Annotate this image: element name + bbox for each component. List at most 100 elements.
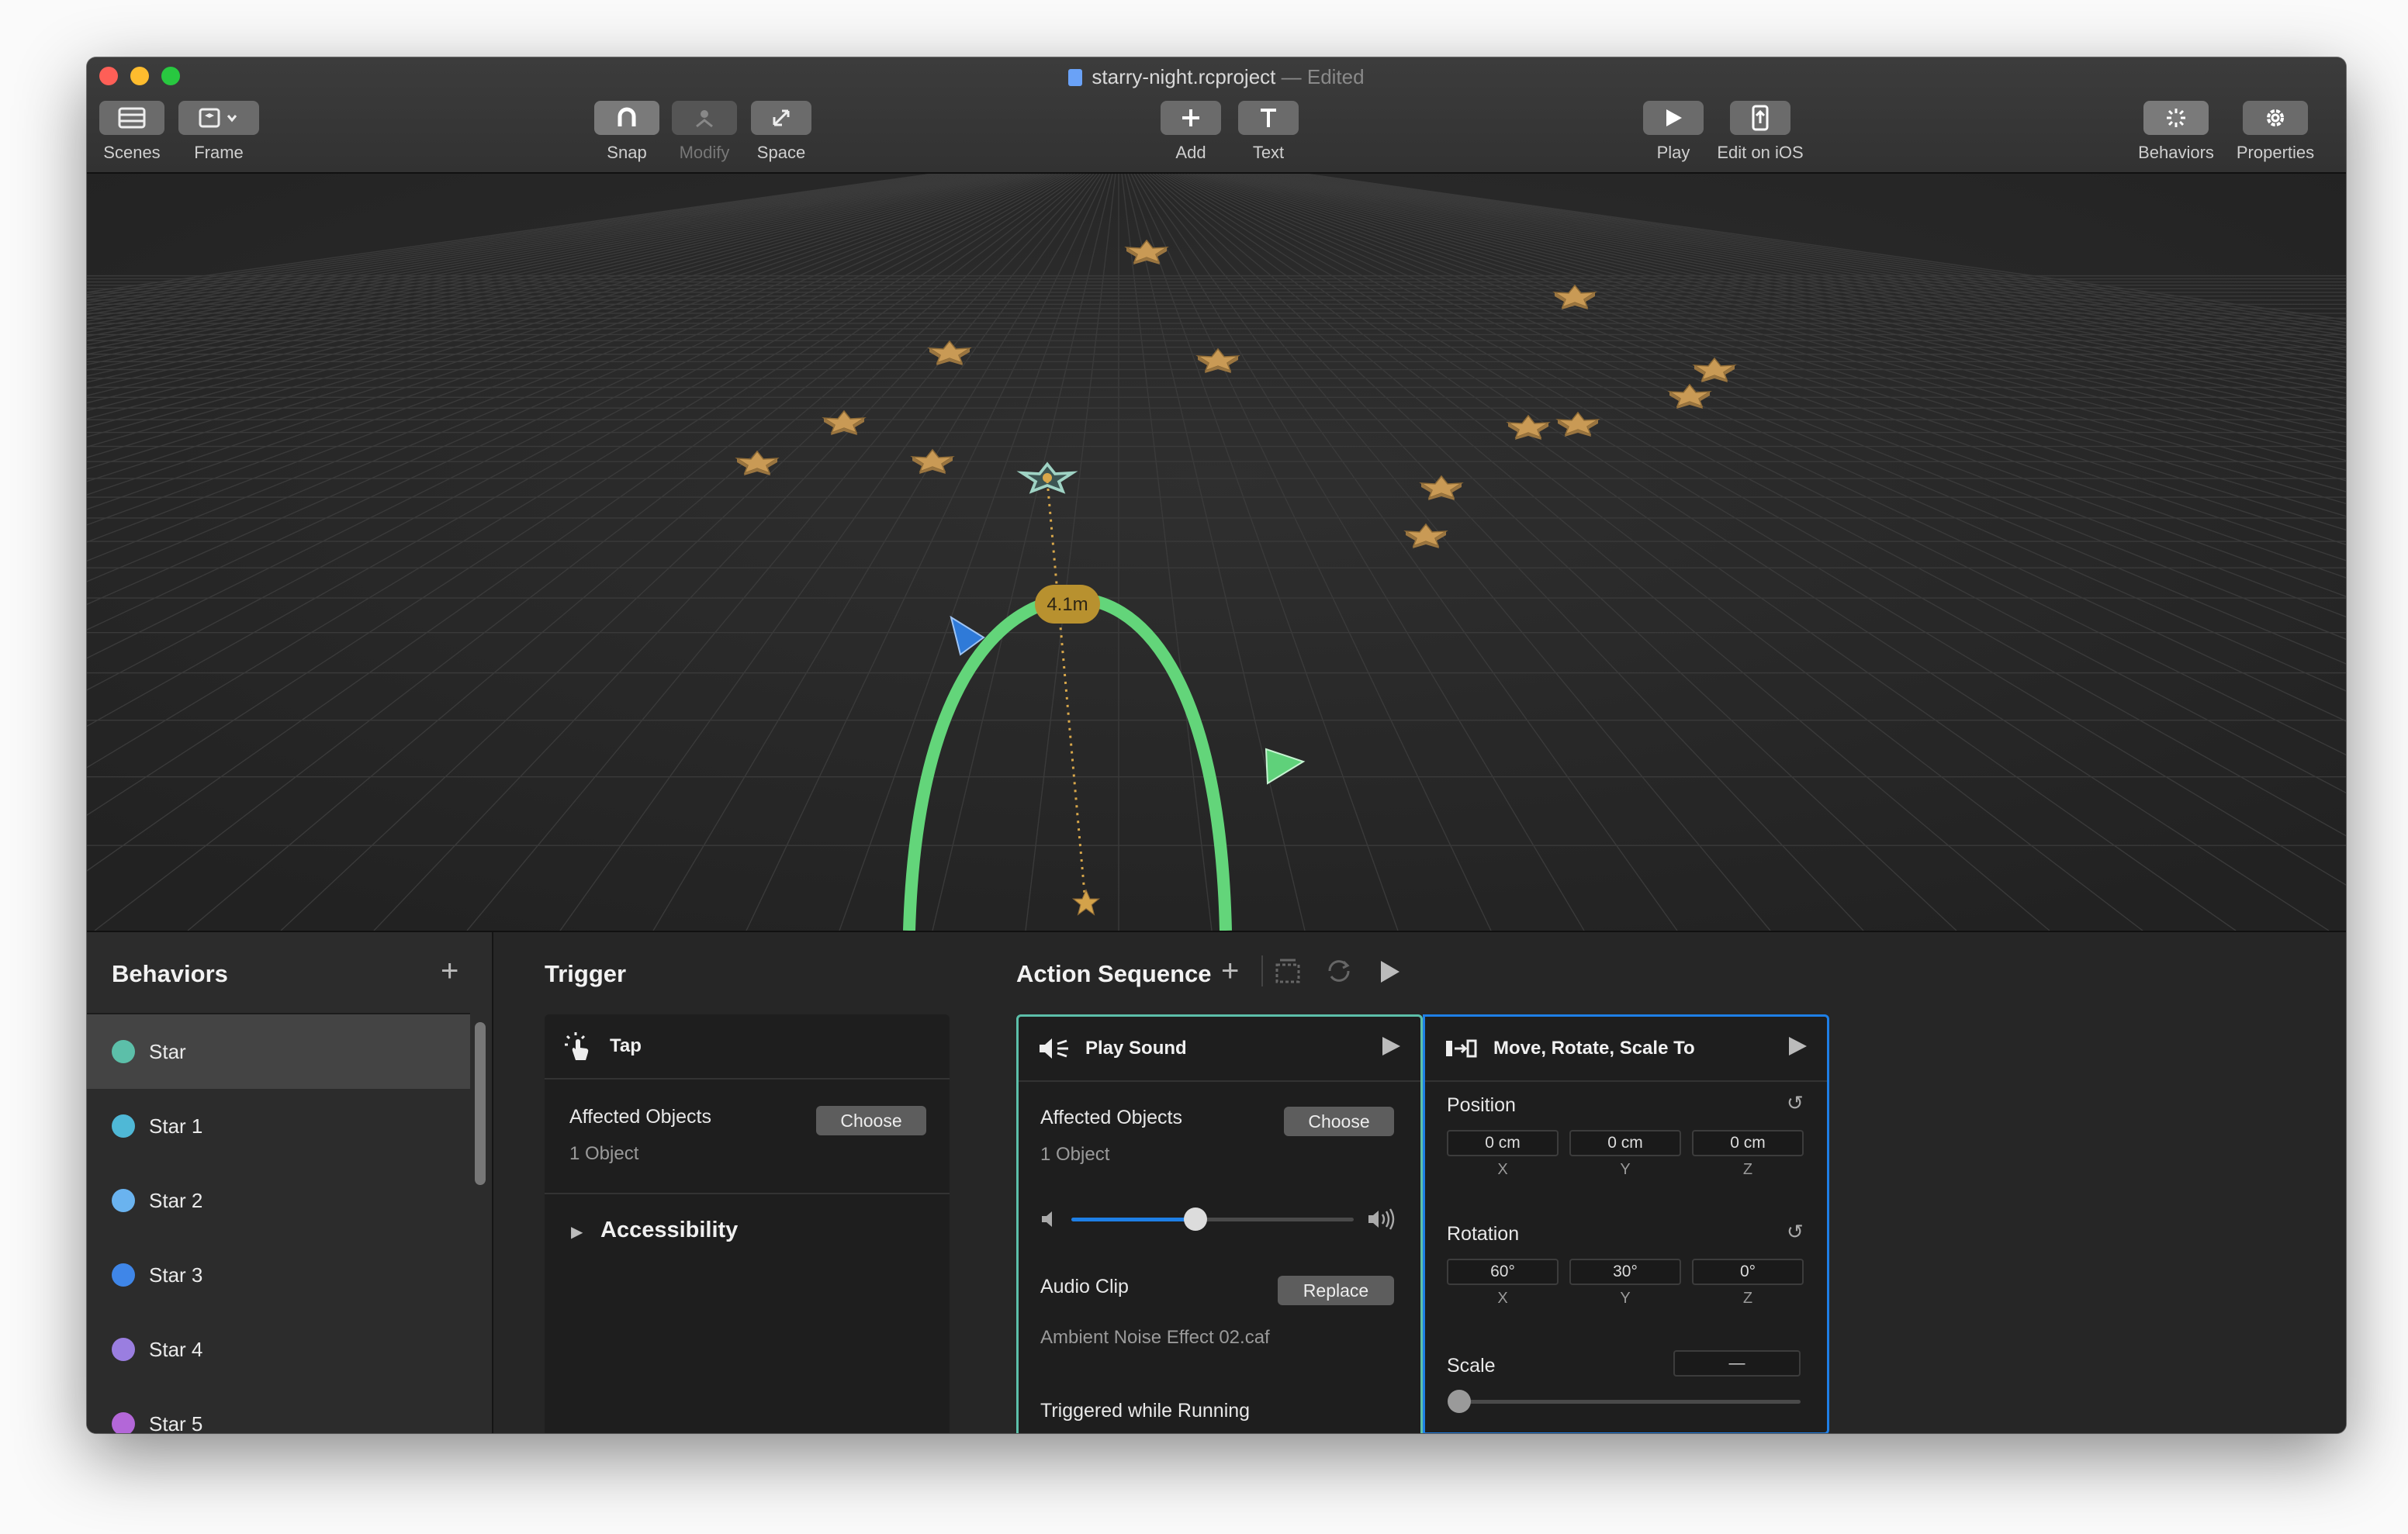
snap-toolbar-item[interactable]: Snap xyxy=(594,101,659,163)
behaviors-list: Star Star 1 Star 2 Star 3 Star 4 Star 5 xyxy=(87,1013,470,1433)
volume-slider-knob[interactable] xyxy=(1184,1208,1208,1231)
play-sound-card[interactable]: Play Sound Affected Objects Choose 1 Obj… xyxy=(1016,1014,1423,1433)
transform-header: Move, Rotate, Scale To xyxy=(1425,1017,1827,1082)
properties-button[interactable] xyxy=(2243,101,2308,135)
behavior-color-dot xyxy=(112,1263,135,1287)
play-button[interactable] xyxy=(1643,101,1704,135)
plus-icon xyxy=(1182,109,1199,126)
text-toolbar-item[interactable]: Text xyxy=(1238,101,1299,163)
position-label: Position xyxy=(1447,1094,1516,1116)
position-y-field[interactable]: 0 cm xyxy=(1569,1130,1681,1156)
affected-objects-count: 1 Object xyxy=(569,1143,639,1164)
behavior-color-dot xyxy=(112,1114,135,1138)
behavior-item-star-1[interactable]: Star 1 xyxy=(87,1089,470,1163)
move-rotate-scale-card[interactable]: Move, Rotate, Scale To Position ↺ 0 cm 0… xyxy=(1423,1014,1829,1433)
behaviors-button[interactable] xyxy=(2143,101,2209,135)
properties-toolbar-item[interactable]: Properties xyxy=(2225,101,2326,163)
position-x-field[interactable]: 0 cm xyxy=(1447,1130,1559,1156)
replace-audio-button[interactable]: Replace xyxy=(1278,1276,1394,1305)
space-toolbar-item[interactable]: Space xyxy=(751,101,811,163)
play-action-icon[interactable] xyxy=(1380,1035,1402,1063)
add-toolbar-item[interactable]: Add xyxy=(1161,101,1221,163)
modify-button[interactable] xyxy=(672,101,737,135)
behavior-color-dot xyxy=(112,1338,135,1361)
choose-objects-button[interactable]: Choose xyxy=(816,1106,926,1135)
scale-label: Scale xyxy=(1447,1355,1496,1377)
scale-field[interactable]: — xyxy=(1673,1350,1801,1377)
axis-y-label: Y xyxy=(1620,1161,1631,1178)
audio-clip-label: Audio Clip xyxy=(1040,1276,1129,1297)
position-z-field[interactable]: 0 cm xyxy=(1692,1130,1804,1156)
play-sequence-icon[interactable] xyxy=(1378,959,1403,985)
rotation-label: Rotation xyxy=(1447,1223,1520,1245)
snap-button[interactable] xyxy=(594,101,659,135)
loop-icon[interactable] xyxy=(1323,955,1354,986)
accessibility-section[interactable]: Accessibility xyxy=(600,1218,738,1243)
gear-icon xyxy=(2267,109,2284,126)
text-button[interactable] xyxy=(1238,101,1299,135)
edit-on-ios-label: Edit on iOS xyxy=(1717,143,1804,162)
behaviors-scrollbar[interactable] xyxy=(475,1022,486,1185)
action-sequence-title: Action Sequence xyxy=(1016,960,1212,987)
edit-on-ios-toolbar-item[interactable]: Edit on iOS xyxy=(1714,101,1806,163)
scale-slider[interactable] xyxy=(1448,1390,1801,1413)
snap-label: Snap xyxy=(607,143,647,162)
modify-toolbar-item[interactable]: Modify xyxy=(672,101,737,163)
tap-gesture-icon xyxy=(563,1031,594,1062)
behavior-label: Star 3 xyxy=(149,1263,203,1287)
behaviors-toolbar-item[interactable]: Behaviors xyxy=(2130,101,2222,163)
window-title: starry-night.rcproject — Edited xyxy=(87,65,2346,89)
add-button[interactable] xyxy=(1161,101,1221,135)
space-button[interactable] xyxy=(751,101,811,135)
volume-high-icon xyxy=(1368,1208,1395,1230)
scale-slider-knob[interactable] xyxy=(1448,1390,1471,1413)
modify-icon xyxy=(696,110,713,128)
scenes-toolbar-item[interactable]: Scenes xyxy=(99,101,164,163)
scene-canvas[interactable]: 4.1m xyxy=(87,174,2346,931)
reset-position-icon[interactable]: ↺ xyxy=(1787,1091,1804,1115)
text-t-icon xyxy=(1261,109,1276,127)
group-actions-icon[interactable] xyxy=(1272,955,1303,986)
volume-slider[interactable] xyxy=(1071,1208,1354,1231)
divider xyxy=(545,1193,950,1194)
affected-objects-count: 1 Object xyxy=(1040,1144,1110,1165)
trigger-card[interactable]: Tap Affected Objects Choose 1 Object ▶ A… xyxy=(545,1014,950,1433)
scene-viewport[interactable]: 4.1m xyxy=(87,174,2346,931)
axis-y-label: Y xyxy=(1620,1290,1631,1307)
behavior-label: Star 4 xyxy=(149,1337,203,1361)
play-action-icon[interactable] xyxy=(1787,1035,1808,1063)
document-icon xyxy=(1068,69,1083,86)
reset-rotation-icon[interactable]: ↺ xyxy=(1787,1220,1804,1244)
scenes-button[interactable] xyxy=(99,101,164,135)
rotation-z-field[interactable]: 0° xyxy=(1692,1259,1804,1285)
behavior-color-dot xyxy=(112,1189,135,1212)
behavior-item-star-4[interactable]: Star 4 xyxy=(87,1312,470,1387)
frame-toolbar-item[interactable]: Frame xyxy=(178,101,259,163)
behavior-label: Star xyxy=(149,1039,186,1063)
space-label: Space xyxy=(756,143,806,162)
choose-objects-button[interactable]: Choose xyxy=(1284,1107,1394,1136)
behavior-item-star-5[interactable]: Star 5 xyxy=(87,1387,470,1433)
behavior-item-star-2[interactable]: Star 2 xyxy=(87,1163,470,1238)
edit-on-ios-button[interactable] xyxy=(1730,101,1790,135)
frame-icon xyxy=(199,108,237,128)
play-label: Play xyxy=(1656,143,1690,162)
add-behavior-button[interactable]: + xyxy=(441,955,458,986)
toolbar: starry-night.rcproject — Edited Scenes F… xyxy=(87,57,2346,174)
frame-button[interactable] xyxy=(178,101,259,135)
space-axes-icon xyxy=(773,109,790,126)
iphone-upload-icon xyxy=(1752,105,1769,131)
behavior-label: Star 5 xyxy=(149,1411,203,1434)
add-action-button[interactable]: + xyxy=(1221,955,1239,986)
behaviors-sidebar: Behaviors + Star Star 1 Star 2 Star 3 St… xyxy=(87,932,493,1433)
play-toolbar-item[interactable]: Play xyxy=(1643,101,1704,163)
disclosure-triangle-icon[interactable]: ▶ xyxy=(571,1222,583,1242)
behavior-color-dot xyxy=(112,1412,135,1433)
behavior-item-star[interactable]: Star xyxy=(87,1014,470,1089)
properties-label: Properties xyxy=(2236,143,2315,162)
rotation-x-field[interactable]: 60° xyxy=(1447,1259,1559,1285)
distance-badge: 4.1m xyxy=(1035,585,1100,624)
rotation-y-field[interactable]: 30° xyxy=(1569,1259,1681,1285)
behavior-item-star-3[interactable]: Star 3 xyxy=(87,1238,470,1312)
behavior-label: Star 1 xyxy=(149,1114,203,1138)
